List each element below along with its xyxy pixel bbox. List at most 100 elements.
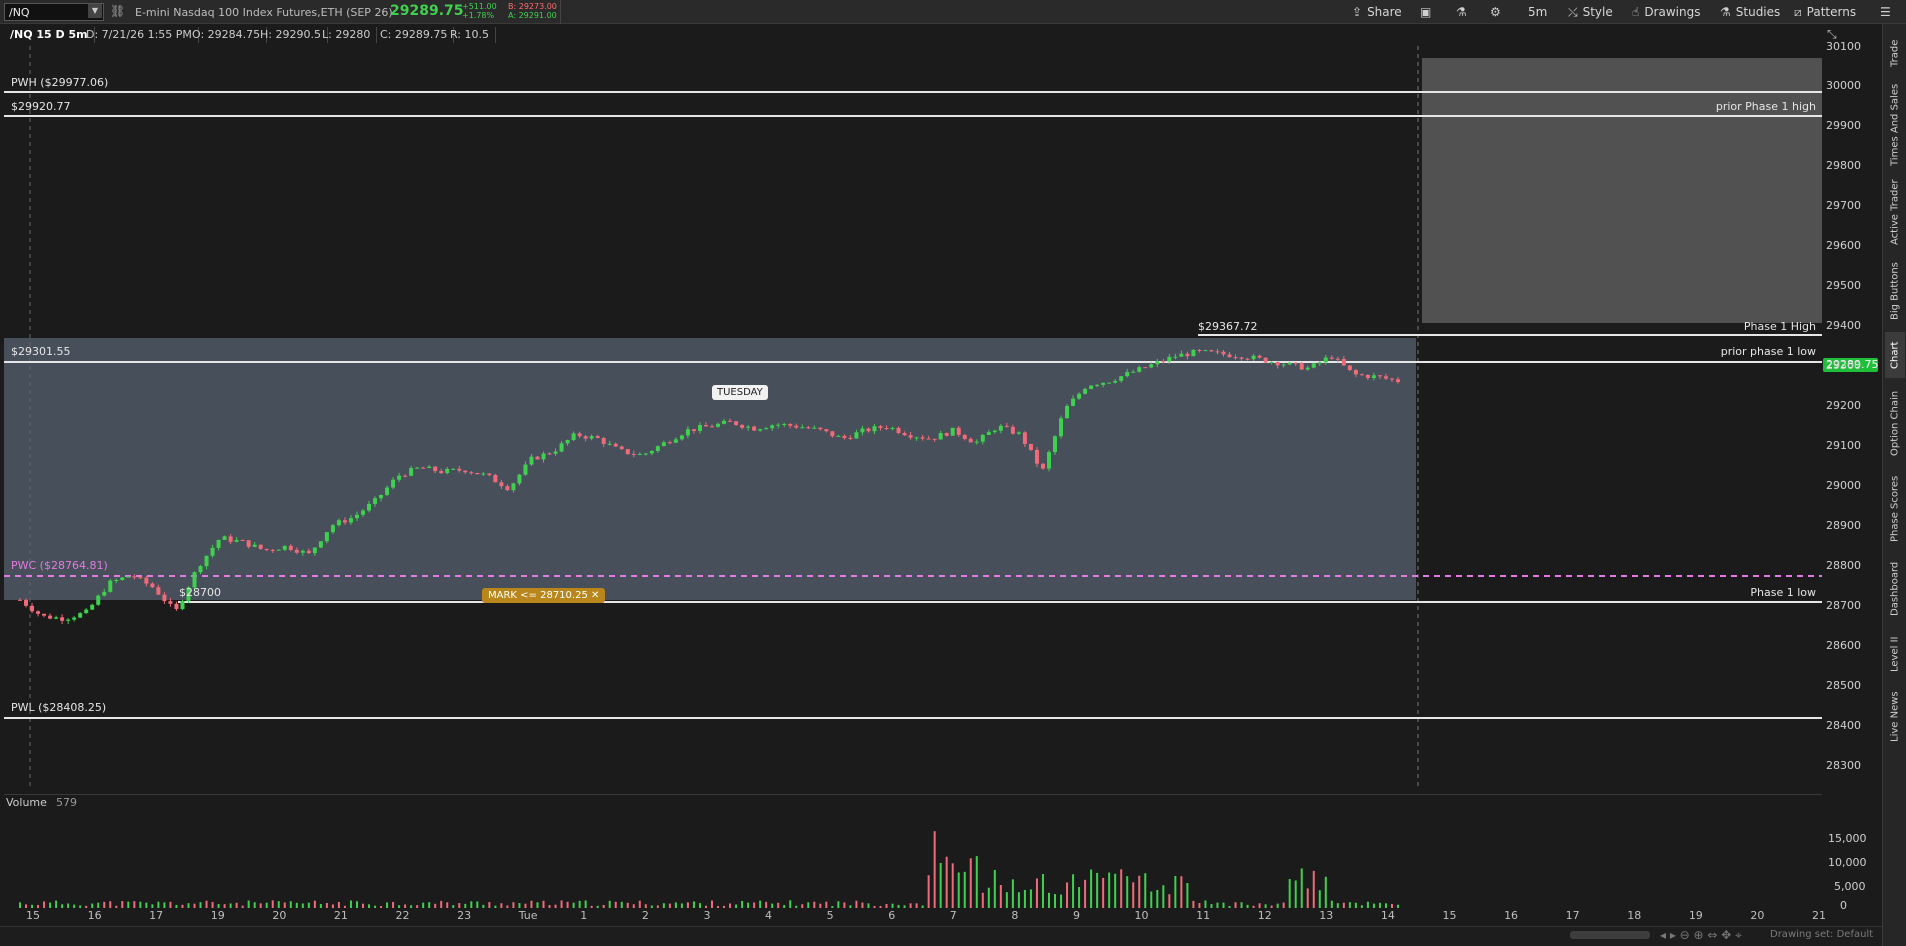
volume-bar bbox=[1114, 873, 1117, 908]
time-axis[interactable]: 15 16 17 19 20 21 22 23 Tue 1 2 3 4 5 6 7 8 9 10 11 12 13 14 15… bbox=[0, 908, 1826, 926]
candle-body bbox=[746, 426, 751, 428]
volume-bar bbox=[1150, 891, 1153, 908]
menu-button[interactable]: ☰ bbox=[1880, 4, 1891, 20]
candle-body bbox=[342, 520, 347, 523]
top-toolbar: /NQ ▼ ⛓ E-mini Nasdaq 100 Index Futures,… bbox=[0, 0, 1906, 24]
time-tick: 11 bbox=[1196, 909, 1211, 922]
time-tick: 1 bbox=[580, 909, 588, 922]
prior-low-value-label: $29301.55 bbox=[11, 345, 71, 358]
candle-body bbox=[842, 435, 847, 438]
zoom-out-icon[interactable]: ◂ ▸ ⊖ ⊕ ⇔ ✥ ⌖ bbox=[1660, 928, 1742, 942]
price-axis[interactable]: 30100 30000 29900 29800 29700 29600 2950… bbox=[1822, 40, 1880, 790]
volume-bar bbox=[1035, 878, 1038, 908]
candle-body bbox=[427, 466, 432, 469]
candle-body bbox=[391, 479, 396, 488]
link-icon[interactable]: ⛓ bbox=[110, 4, 125, 18]
studies-button[interactable]: ⚗ Studies bbox=[1720, 4, 1780, 20]
tab-chart[interactable]: Chart bbox=[1885, 332, 1905, 378]
candle-body bbox=[788, 423, 793, 426]
volume-bar bbox=[957, 872, 960, 908]
tab-active-trader[interactable]: Active Trader bbox=[1885, 174, 1905, 250]
candle-body bbox=[54, 617, 59, 619]
candle-body bbox=[180, 600, 185, 610]
tab-live-news[interactable]: Live News bbox=[1885, 684, 1905, 750]
candle-body bbox=[42, 613, 47, 616]
price-chart[interactable] bbox=[0, 46, 1822, 790]
volume-bar bbox=[1047, 892, 1050, 908]
info-low: L: 29280 bbox=[316, 27, 378, 43]
candle-body bbox=[150, 583, 155, 588]
candle-body bbox=[1245, 358, 1250, 360]
candle-body bbox=[1125, 372, 1130, 377]
candle-body bbox=[1209, 350, 1214, 352]
symbol-dropdown-icon[interactable]: ▼ bbox=[88, 4, 102, 18]
snapshot-button[interactable]: ▣ bbox=[1420, 4, 1431, 20]
vol-tick-15000: 15,000 bbox=[1828, 832, 1867, 845]
settings-button[interactable]: ⚙ bbox=[1490, 4, 1501, 20]
candle-body bbox=[108, 580, 113, 592]
tab-level-ii[interactable]: Level II bbox=[1885, 628, 1905, 680]
volume-bar bbox=[205, 900, 208, 908]
candle-body bbox=[126, 576, 131, 578]
pwc-label: PWC ($28764.81) bbox=[11, 559, 108, 572]
candle-body bbox=[505, 486, 510, 491]
drawings-button[interactable]: ☝ Drawings bbox=[1632, 4, 1700, 20]
candle-body bbox=[318, 541, 323, 548]
volume-bar bbox=[578, 900, 581, 908]
volume-bar bbox=[1017, 892, 1020, 908]
candle-body bbox=[1251, 355, 1256, 360]
volume-bar bbox=[1186, 882, 1189, 908]
volume-bar bbox=[1132, 882, 1135, 908]
candle-body bbox=[752, 426, 757, 431]
share-label: Share bbox=[1367, 5, 1402, 19]
time-tick: 22 bbox=[395, 909, 410, 922]
candle-body bbox=[986, 432, 991, 435]
volume-bar bbox=[1041, 873, 1044, 908]
candle-body bbox=[475, 473, 480, 475]
tab-times-and-sales[interactable]: Times And Sales bbox=[1885, 80, 1905, 170]
candle-body bbox=[896, 427, 901, 433]
zoom-controls[interactable]: ◂ ▸ ⊖ ⊕ ⇔ ✥ ⌖ bbox=[1660, 928, 1742, 943]
volume-bar bbox=[277, 901, 280, 908]
candle-body bbox=[577, 433, 582, 437]
tab-option-chain[interactable]: Option Chain bbox=[1885, 382, 1905, 464]
horizontal-scrollbar[interactable] bbox=[1570, 931, 1650, 939]
candle-body bbox=[324, 532, 329, 542]
candle-body bbox=[102, 591, 107, 596]
candle-body bbox=[1155, 361, 1160, 365]
candle-body bbox=[1089, 385, 1094, 389]
volume-bar bbox=[1084, 879, 1087, 908]
volume-bar bbox=[121, 901, 124, 908]
candle-body bbox=[114, 579, 119, 581]
pct-change: +1.78% bbox=[462, 11, 495, 20]
candle-body bbox=[1083, 388, 1088, 394]
share-button[interactable]: ⇪ Share bbox=[1352, 4, 1402, 20]
interval-button[interactable]: 5m bbox=[1528, 4, 1547, 20]
candle-body bbox=[162, 594, 167, 602]
prior-low-label: prior phase 1 low bbox=[1720, 345, 1816, 358]
candle-body bbox=[493, 475, 498, 483]
tab-dashboard[interactable]: Dashboard bbox=[1885, 554, 1905, 624]
time-tick: Tue bbox=[518, 909, 538, 922]
volume-bar bbox=[975, 856, 978, 908]
candle-body bbox=[1143, 367, 1148, 369]
flask-button[interactable]: ⚗ bbox=[1456, 4, 1467, 20]
volume-bar bbox=[1168, 894, 1171, 908]
candle-body bbox=[276, 549, 281, 551]
prior-high-value-label: $29920.77 bbox=[11, 100, 71, 113]
tuesday-note[interactable]: TUESDAY bbox=[712, 385, 768, 400]
candle-body bbox=[18, 599, 22, 601]
candle-body bbox=[992, 430, 997, 433]
patterns-button[interactable]: ⧄ Patterns bbox=[1794, 4, 1856, 20]
mark-alert[interactable]: MARK <= 28710.25 ✕ bbox=[482, 588, 606, 603]
pwh-label: PWH ($29977.06) bbox=[11, 76, 109, 89]
tab-big-buttons[interactable]: Big Buttons bbox=[1885, 254, 1905, 328]
tab-phase-scores[interactable]: Phase Scores bbox=[1885, 468, 1905, 550]
candle-body bbox=[312, 547, 317, 554]
candle-body bbox=[1221, 351, 1226, 355]
time-tick: 12 bbox=[1257, 909, 1272, 922]
style-button[interactable]: ⤯ Style bbox=[1568, 4, 1613, 20]
volume-bars bbox=[19, 831, 1399, 908]
candle-body bbox=[1113, 380, 1118, 383]
tab-trade[interactable]: Trade bbox=[1885, 30, 1905, 76]
